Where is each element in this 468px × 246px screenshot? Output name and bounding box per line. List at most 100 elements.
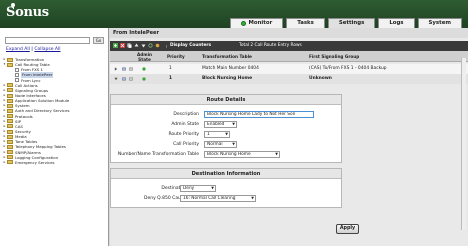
folder-icon bbox=[7, 124, 13, 129]
chevron-down-icon: ▼ bbox=[232, 142, 235, 146]
destination-type-select[interactable]: Deny ▼ bbox=[180, 185, 216, 192]
table-toolbar: | Display Counters Total 2 Call Route En… bbox=[110, 41, 468, 51]
row-edit-icon[interactable] bbox=[122, 67, 126, 71]
file-icon bbox=[15, 67, 19, 73]
folder-icon bbox=[7, 160, 13, 165]
status-dot-icon bbox=[240, 21, 246, 26]
column-header-transformation-table[interactable]: Transformation Table bbox=[202, 51, 252, 59]
row-transformation-table: Block Nursing Home bbox=[202, 76, 253, 81]
row-priority: 1 bbox=[169, 76, 173, 81]
folder-icon bbox=[7, 83, 13, 88]
route-priority-value: 1 bbox=[207, 132, 210, 137]
file-icon bbox=[15, 72, 19, 78]
admin-state-enabled-icon bbox=[142, 67, 146, 71]
description-row: Description Block Nursing Home Lady to N… bbox=[111, 110, 341, 119]
display-counters-button[interactable]: Display Counters bbox=[170, 41, 211, 51]
folder-icon bbox=[7, 98, 13, 103]
route-priority-row: Route Priority 1 ▼ bbox=[111, 130, 341, 139]
call-priority-value: Normal bbox=[207, 142, 223, 147]
row-edit-icon[interactable] bbox=[122, 77, 126, 81]
chevron-down-icon: ▼ bbox=[251, 196, 254, 200]
row-count-text: Total 2 Call Route Entry Rows bbox=[239, 43, 302, 48]
tab-system[interactable]: System bbox=[417, 18, 462, 28]
navigation-tree: ▸ Transformation ▾ Call Routing Table From F… bbox=[2, 57, 107, 165]
row-first-signaling-group: Unknown bbox=[309, 76, 332, 81]
tree-search-go-button[interactable]: Go bbox=[93, 37, 104, 44]
destination-information-panel: Destination Information Destination Type… bbox=[110, 168, 342, 208]
description-label: Description bbox=[173, 112, 199, 117]
folder-icon bbox=[7, 129, 13, 134]
row-priority: 1 bbox=[169, 66, 172, 71]
row-status-icon bbox=[129, 77, 133, 81]
app-header: Sonus Monitor Tasks Settings Logs System bbox=[0, 0, 468, 28]
file-icon bbox=[15, 77, 19, 83]
folder-icon bbox=[7, 88, 13, 93]
expand-all-link[interactable]: Expand All bbox=[6, 47, 30, 52]
tree-item-label: Emergency Services bbox=[15, 159, 55, 165]
tab-system-label: System bbox=[428, 20, 451, 26]
admin-state-select[interactable]: Enabled ▼ bbox=[204, 121, 237, 128]
row-status-icon bbox=[129, 67, 133, 71]
tree-item[interactable]: ▸ Emergency Services bbox=[2, 160, 107, 165]
transformation-table-select[interactable]: Block Nursing Home ▼ bbox=[204, 151, 280, 158]
table-row[interactable]: 1 Match Main Number 0404 (CAS) To/From F… bbox=[110, 64, 468, 74]
expand-row-icon[interactable] bbox=[114, 67, 118, 71]
tab-monitor-label: Monitor bbox=[248, 20, 273, 26]
folder-icon bbox=[7, 144, 13, 149]
move-up-icon[interactable] bbox=[134, 43, 139, 48]
destination-type-row: Destination Type Deny ▼ bbox=[111, 184, 341, 193]
column-header-first-signaling-group[interactable]: First Signaling Group bbox=[309, 51, 359, 59]
copy-icon[interactable] bbox=[127, 43, 132, 48]
toolbar-separator: | bbox=[166, 44, 168, 48]
deny-cause-code-select[interactable]: 16: Normal Call Clearing ▼ bbox=[180, 195, 256, 202]
tab-tasks[interactable]: Tasks bbox=[286, 18, 325, 28]
column-header-admin-state[interactable]: Admin State bbox=[137, 51, 152, 62]
apply-button[interactable]: Apply bbox=[336, 224, 359, 234]
create-icon[interactable] bbox=[113, 43, 118, 48]
links-separator: | bbox=[31, 47, 33, 52]
app-logo: Sonus bbox=[6, 5, 49, 20]
route-details-header: Route Details bbox=[111, 95, 341, 105]
tab-monitor[interactable]: Monitor bbox=[229, 18, 284, 28]
tab-tasks-label: Tasks bbox=[297, 20, 314, 26]
collapse-all-link[interactable]: Collapse All bbox=[34, 47, 60, 52]
destination-type-value: Deny bbox=[183, 186, 195, 191]
main-tabs: Monitor Tasks Settings Logs System bbox=[229, 18, 462, 28]
delete-icon[interactable] bbox=[120, 43, 125, 48]
folder-icon bbox=[7, 155, 13, 160]
collapse-row-icon[interactable] bbox=[114, 77, 118, 81]
page-title: From IntelePeer bbox=[110, 28, 468, 38]
admin-state-label: Admin State bbox=[171, 122, 199, 127]
column-header-priority[interactable]: Priority bbox=[167, 51, 185, 59]
route-details-panel: Route Details Description Block Nursing … bbox=[110, 94, 342, 163]
settings-icon[interactable] bbox=[155, 43, 160, 48]
refresh-icon[interactable] bbox=[148, 43, 153, 48]
description-input[interactable]: Block Nursing Home Lady to Not Her Son bbox=[204, 111, 314, 118]
transformation-table-label: Number/Name Transformation Table bbox=[117, 152, 199, 157]
folder-icon bbox=[7, 119, 13, 124]
tab-logs-label: Logs bbox=[389, 20, 404, 26]
admin-state-value: Enabled bbox=[207, 122, 225, 127]
folder-icon bbox=[7, 93, 13, 98]
folder-icon bbox=[7, 57, 13, 62]
folder-icon bbox=[7, 139, 13, 144]
route-priority-label: Route Priority bbox=[168, 132, 199, 137]
admin-state-row: Admin State Enabled ▼ bbox=[111, 120, 341, 129]
deny-cause-code-value: 16: Normal Call Clearing bbox=[183, 196, 236, 201]
chevron-down-icon: ▼ bbox=[225, 132, 228, 136]
folder-icon bbox=[7, 103, 13, 108]
row-transformation-table: Match Main Number 0404 bbox=[202, 66, 259, 71]
move-down-icon[interactable] bbox=[141, 43, 146, 48]
call-priority-select[interactable]: Normal ▼ bbox=[204, 141, 237, 148]
navigation-panel: Go Expand All | Collapse All ▸ Transforma… bbox=[0, 28, 109, 246]
folder-icon bbox=[7, 150, 13, 155]
tab-logs[interactable]: Logs bbox=[378, 18, 415, 28]
table-row-selected[interactable]: 1 Block Nursing Home Unknown bbox=[110, 74, 468, 84]
route-priority-select[interactable]: 1 ▼ bbox=[204, 131, 230, 138]
tree-search-input[interactable] bbox=[5, 37, 90, 44]
vertical-scrollbar[interactable] bbox=[461, 58, 466, 230]
chevron-down-icon: ▼ bbox=[232, 122, 235, 126]
folder-icon bbox=[7, 62, 13, 67]
tab-settings[interactable]: Settings bbox=[327, 18, 376, 28]
folder-icon bbox=[7, 134, 13, 139]
